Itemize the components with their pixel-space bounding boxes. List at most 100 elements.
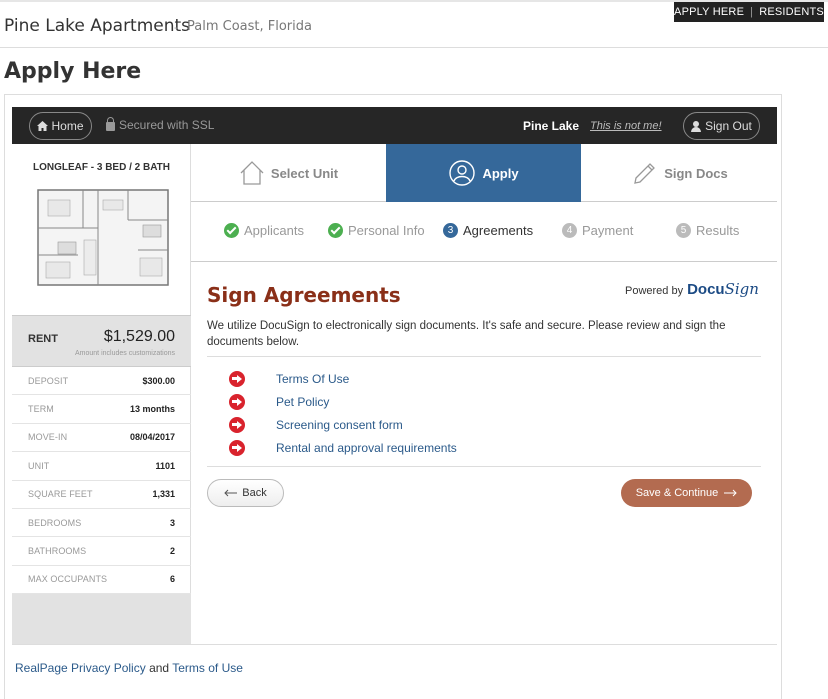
residents-link[interactable]: RESIDENTS <box>759 6 824 18</box>
document-title: Pet Policy <box>276 394 330 409</box>
sign-out-label: Sign Out <box>705 119 752 133</box>
detail-row: MOVE-IN 08/04/2017 <box>12 424 191 453</box>
property-name: Pine Lake Apartments <box>4 16 191 36</box>
lock-icon <box>106 116 115 131</box>
detail-key: MOVE-IN <box>28 432 68 443</box>
substep-label: Personal Info <box>348 223 425 238</box>
apply-here-link[interactable]: APPLY HERE <box>674 6 744 18</box>
detail-row: TERM 13 months <box>12 395 191 424</box>
document-title: Screening consent form <box>276 417 403 432</box>
detail-key: DEPOSIT <box>28 375 69 386</box>
detail-value: 1101 <box>155 460 175 471</box>
top-nav-separator: | <box>750 6 754 18</box>
detail-row: BATHROOMS 2 <box>12 537 191 566</box>
arrow-left-icon <box>224 489 238 497</box>
user-name: Pine Lake <box>523 119 580 133</box>
detail-value: 6 <box>169 574 175 585</box>
detail-key: BEDROOMS <box>28 517 82 528</box>
header-separator: - <box>174 22 178 34</box>
arrow-right-icon <box>229 393 245 410</box>
document-link[interactable]: Terms Of Use <box>229 367 629 390</box>
detail-key: MAX OCCUPANTS <box>28 574 108 585</box>
back-button[interactable]: Back <box>207 479 284 507</box>
powered-by-docusign: Powered by DocuSign <box>625 280 759 298</box>
docusign-logo: DocuSign <box>687 280 759 298</box>
detail-key: BATHROOMS <box>28 546 87 557</box>
step-number-badge: 5 <box>676 223 691 238</box>
not-me-link[interactable]: This is not me! <box>590 120 662 132</box>
rent-label: RENT <box>28 333 58 345</box>
step-number-badge: 3 <box>443 223 458 238</box>
detail-value: 3 <box>169 517 175 528</box>
property-city: Palm Coast, Florida <box>187 19 312 34</box>
detail-value: $300.00 <box>142 375 175 386</box>
terms-of-use-link[interactable]: Terms of Use <box>172 661 243 675</box>
save-label: Save & Continue <box>635 487 719 499</box>
home-button[interactable]: Home <box>29 112 92 140</box>
save-continue-button[interactable]: Save & Continue <box>621 479 752 507</box>
home-icon <box>37 121 49 131</box>
step-number-badge: 4 <box>562 223 577 238</box>
unit-details: DEPOSIT $300.00 TERM 13 months MOVE-IN 08/0… <box>12 367 191 595</box>
check-icon <box>224 223 239 238</box>
ssl-label: Secured with SSL <box>119 118 215 132</box>
detail-value: 1,331 <box>152 489 175 500</box>
substep-agreements[interactable]: 3 Agreements <box>443 223 533 238</box>
document-link[interactable]: Pet Policy <box>229 390 629 413</box>
footer-and: and <box>149 661 170 675</box>
detail-value: 08/04/2017 <box>129 432 175 443</box>
step-sign-docs[interactable]: Sign Docs <box>581 144 777 202</box>
main-steps: Select Unit Apply Sign Docs <box>191 144 777 202</box>
detail-value: 2 <box>169 546 175 557</box>
user-circle-icon <box>449 160 476 186</box>
detail-row: DEPOSIT $300.00 <box>12 367 191 396</box>
step-label: Sign Docs <box>664 165 728 181</box>
sign-out-button[interactable]: Sign Out <box>683 112 760 140</box>
arrow-right-icon <box>724 489 737 497</box>
rent-note: Amount includes customizations <box>75 350 175 357</box>
back-label: Back <box>242 487 267 499</box>
step-label: Apply <box>482 165 519 181</box>
home-label: Home <box>51 119 84 133</box>
substep-label: Applicants <box>244 223 304 238</box>
arrow-right-icon <box>229 370 245 387</box>
document-link[interactable]: Rental and approval requirements <box>229 436 629 459</box>
step-apply[interactable]: Apply <box>386 144 581 202</box>
arrow-right-icon <box>229 439 245 456</box>
rent-amount: $1,529.00 <box>103 328 175 345</box>
substep-personal-info[interactable]: Personal Info <box>328 223 425 238</box>
detail-key: UNIT <box>28 460 50 471</box>
document-title: Rental and approval requirements <box>276 440 457 455</box>
substep-payment[interactable]: 4 Payment <box>562 223 633 238</box>
substep-label: Results <box>696 223 740 238</box>
detail-key: SQUARE FEET <box>28 489 93 500</box>
detail-row: SQUARE FEET 1,331 <box>12 481 191 509</box>
detail-value: 13 months <box>129 404 175 415</box>
document-list: Terms Of Use Pet Policy Screening consen… <box>229 367 629 459</box>
check-icon <box>328 223 343 238</box>
footer-divider <box>12 644 777 645</box>
section-title: Sign Agreements <box>207 283 401 307</box>
divider <box>207 356 761 357</box>
summary-filler <box>12 594 191 644</box>
rent-summary: RENT $1,529.00 Amount includes customiza… <box>12 315 191 367</box>
detail-row: UNIT 1101 <box>12 452 191 481</box>
floorplan-image <box>37 189 169 286</box>
privacy-policy-link[interactable]: RealPage Privacy Policy <box>15 661 146 675</box>
document-link[interactable]: Screening consent form <box>229 413 629 436</box>
document-title: Terms Of Use <box>276 371 350 386</box>
powered-by-label: Powered by <box>625 285 684 297</box>
step-select-unit[interactable]: Select Unit <box>191 144 386 202</box>
substep-applicants[interactable]: Applicants <box>224 223 304 238</box>
intro-text: We utilize DocuSign to electronically si… <box>207 320 726 348</box>
arrow-right-icon <box>229 416 245 433</box>
substep-label: Agreements <box>463 223 534 238</box>
substep-label: Payment <box>582 223 634 238</box>
house-icon <box>240 161 264 185</box>
sub-steps: Applicants Personal Info 3 Agreements 4 … <box>191 203 777 262</box>
substep-results[interactable]: 5 Results <box>676 223 739 238</box>
detail-row: MAX OCCUPANTS 6 <box>12 566 191 595</box>
pen-icon <box>634 163 656 184</box>
unit-name: LONGLEAF - 3 BED / 2 BATH <box>32 162 171 173</box>
step-label: Select Unit <box>270 165 339 181</box>
